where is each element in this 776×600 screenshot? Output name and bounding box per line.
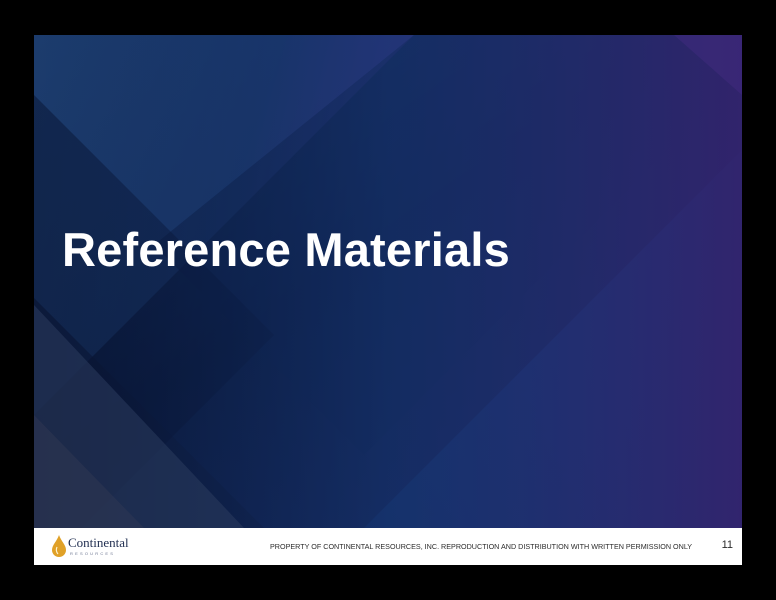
logo-subtitle: RESOURCES	[70, 551, 116, 556]
footer-bar: Continental RESOURCES PROPERTY OF CONTIN…	[34, 528, 742, 565]
company-logo: Continental RESOURCES	[51, 533, 141, 559]
page-number: 11	[721, 539, 733, 551]
oil-drop-icon	[52, 535, 66, 557]
hero-background: Reference Materials	[34, 35, 742, 528]
slide: Reference Materials Continental RESOURCE…	[34, 35, 742, 565]
slide-title: Reference Materials	[62, 223, 510, 276]
geometric-background-graphic	[34, 35, 742, 528]
copyright-notice: PROPERTY OF CONTINENTAL RESOURCES, INC. …	[270, 542, 693, 551]
logo-wordmark: Continental	[68, 535, 129, 550]
